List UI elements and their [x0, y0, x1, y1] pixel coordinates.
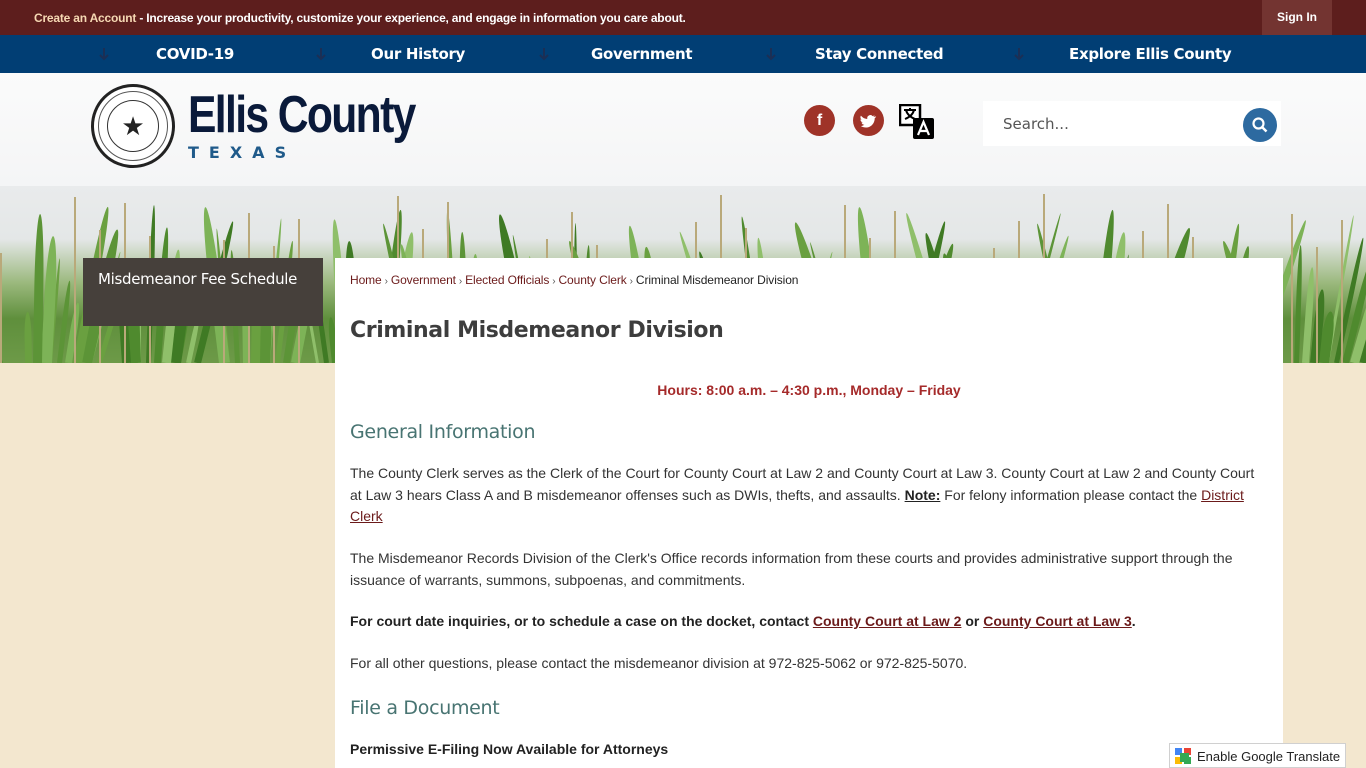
main-nav: COVID-19 Our History Government Stay Con…	[0, 35, 1366, 73]
county-court-law-2-link[interactable]: County Court at Law 2	[813, 613, 962, 629]
translate-icon[interactable]	[898, 103, 935, 140]
search-input[interactable]	[983, 101, 1233, 146]
breadcrumb: Home › Government › Elected Officials › County…	[350, 273, 798, 287]
corn-tassel	[1291, 214, 1293, 363]
general-information-heading: General Information	[350, 421, 536, 443]
google-translate-label: Enable Google Translate	[1197, 749, 1341, 764]
sidenav-item-label: Misdemeanor Fee Schedule	[98, 270, 298, 288]
efiling-heading: Permissive E-Filing Now Available for At…	[350, 741, 669, 757]
sidenav-item-misdemeanor-fee-schedule[interactable]: Misdemeanor Fee Schedule	[83, 258, 323, 326]
site-header: ★ Ellis County TEXAS f	[0, 73, 1366, 186]
breadcrumb-separator: ›	[629, 276, 633, 287]
search-icon	[1252, 117, 1268, 133]
search-box	[983, 101, 1281, 146]
page-title: Criminal Misdemeanor Division	[350, 318, 724, 343]
corn-tassel	[1316, 247, 1318, 363]
breadcrumb-separator: ›	[458, 276, 463, 287]
breadcrumb-elected-officials[interactable]: Elected Officials	[465, 273, 549, 287]
create-account-banner[interactable]: Create an Account - Increase your produc…	[34, 11, 686, 25]
breadcrumb-government[interactable]: Government	[391, 273, 456, 287]
brand-name[interactable]: Ellis County	[188, 85, 416, 145]
county-court-law-3-link[interactable]: County Court at Law 3	[983, 613, 1132, 629]
other-questions-paragraph: For all other questions, please contact …	[350, 655, 968, 671]
brand-state: TEXAS	[188, 143, 297, 162]
sign-in-button[interactable]: Sign In	[1262, 0, 1332, 35]
para-text: For felony information please contact th…	[940, 486, 1202, 503]
corn-leaf	[24, 311, 32, 363]
facebook-icon: f	[816, 112, 823, 129]
main-content: Home › Government › Elected Officials › County…	[335, 258, 1283, 768]
para-text: For court date inquiries, or to schedule…	[350, 613, 813, 629]
nav-item-covid-19[interactable]: COVID-19	[156, 35, 234, 73]
seal-inner: ★	[107, 100, 159, 152]
enable-google-translate-button[interactable]: Enable Google Translate	[1169, 743, 1346, 768]
county-seal-logo[interactable]: ★	[91, 84, 175, 168]
para-text: or	[961, 613, 984, 629]
para-text: .	[1131, 613, 1136, 629]
nav-item-our-history[interactable]: Our History	[371, 35, 465, 73]
breadcrumb-home[interactable]: Home	[350, 273, 382, 287]
nav-item-explore-ellis-county[interactable]: Explore Ellis County	[1069, 35, 1232, 73]
nav-arrow-down-icon[interactable]	[766, 46, 776, 62]
top-bar: Create an Account - Increase your produc…	[0, 0, 1366, 35]
breadcrumb-separator: ›	[384, 276, 388, 287]
nav-arrow-down-icon[interactable]	[539, 46, 549, 62]
create-account-link[interactable]: Create an Account	[34, 11, 136, 25]
nav-item-government[interactable]: Government	[591, 35, 693, 73]
create-account-message: - Increase your productivity, customize …	[136, 11, 686, 25]
corn-tassel	[74, 197, 76, 363]
nav-arrow-down-icon[interactable]	[99, 46, 109, 62]
breadcrumb-separator: ›	[552, 276, 556, 287]
search-button[interactable]	[1243, 108, 1277, 142]
breadcrumb-county-clerk[interactable]: County Clerk	[558, 273, 626, 287]
office-hours: Hours: 8:00 a.m. – 4:30 p.m., Monday – F…	[657, 382, 961, 398]
breadcrumb-current: Criminal Misdemeanor Division	[635, 273, 799, 287]
note-label: Note:	[904, 486, 941, 503]
nav-arrow-down-icon[interactable]	[316, 46, 326, 62]
google-translate-icon	[1175, 748, 1191, 764]
general-information-paragraph: The County Clerk serves as the Clerk of …	[350, 463, 1255, 528]
star-icon: ★	[121, 111, 145, 141]
records-division-paragraph: The Misdemeanor Records Division of the …	[350, 550, 1233, 588]
corn-tassel	[0, 253, 2, 363]
file-document-heading: File a Document	[350, 697, 500, 719]
facebook-button[interactable]: f	[804, 105, 835, 136]
corn-leaf	[1294, 244, 1304, 363]
corn-tassel	[1341, 220, 1343, 363]
twitter-icon	[860, 115, 877, 128]
twitter-button[interactable]	[853, 105, 884, 136]
nav-arrow-down-icon[interactable]	[1014, 46, 1024, 62]
nav-item-stay-connected[interactable]: Stay Connected	[815, 35, 944, 73]
court-date-paragraph: For court date inquiries, or to schedule…	[350, 611, 1255, 633]
